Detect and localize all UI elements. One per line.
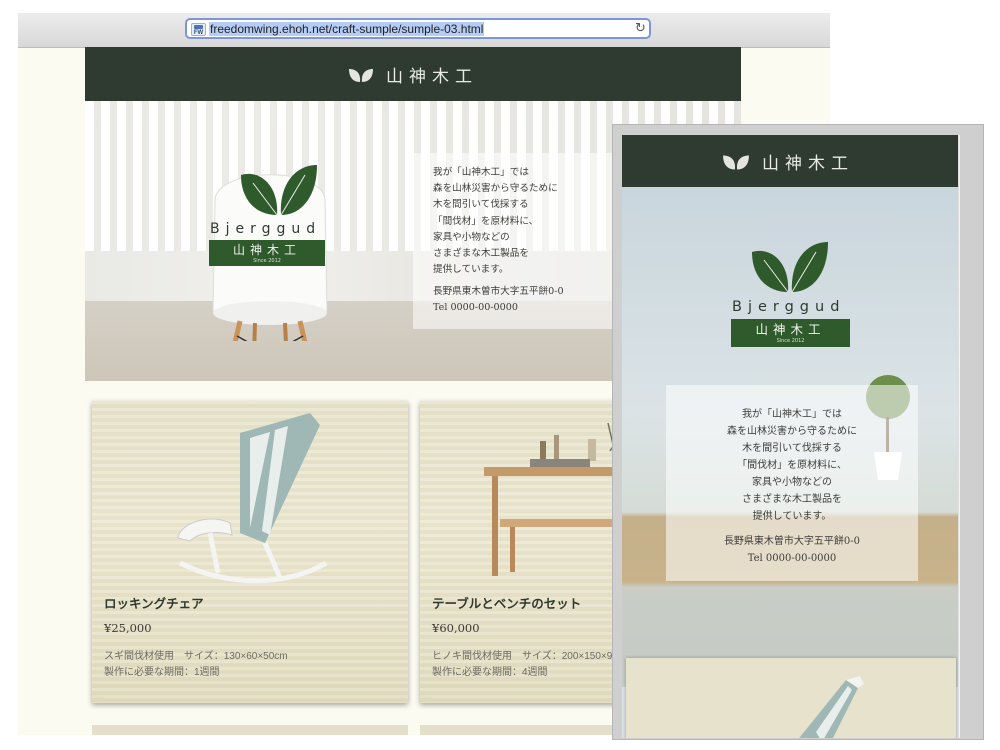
mobile-site-header: 山神木工 <box>622 135 960 187</box>
product-price: ¥25,000 <box>104 621 152 635</box>
rocking-chair-image <box>799 676 864 738</box>
leaf-icon <box>349 68 373 82</box>
intro-line: 「間伐材」を原材料に、 <box>433 215 539 227</box>
logo-kanji: 山神木工 <box>755 322 826 337</box>
logo-box: 山神木工 Since 2012 <box>209 240 325 266</box>
intro-text: 我が「山神木工」では 森を山林災害から守るために 木を間引いて伐採する 「間伐材… <box>666 406 918 525</box>
logo: Bjerggud 山神木工 Since 2012 <box>207 161 357 271</box>
logo-kanji: 山神木工 <box>232 243 301 257</box>
product-title[interactable]: テーブルとベンチのセット <box>432 593 581 612</box>
site-brand[interactable]: 山神木工 <box>722 149 854 174</box>
logo-since: Since 2012 <box>253 258 281 264</box>
intro-line: 提供しています。 <box>752 511 832 522</box>
address-bar[interactable]: FW freedomwing.ehoh.net/craft-sumple/sum… <box>185 18 651 39</box>
logo-box: 山神木工 Since 2012 <box>731 319 850 347</box>
intro-line: 「間伐材」を原材料に、 <box>737 460 847 471</box>
site-name: 山神木工 <box>762 154 854 174</box>
product-material-size: ヒノキ間伐材使用 サイズ：200×150×9 <box>432 651 613 662</box>
logo: Bjerggud 山神木工 Since 2012 <box>731 237 872 357</box>
mobile-hero-text-panel: 我が「山神木工」では 森を山林災害から守るために 木を間引いて伐採する 「間伐材… <box>666 385 918 581</box>
site-header: 山神木工 <box>85 47 741 101</box>
intro-line: 家具や小物などの <box>433 231 510 243</box>
url-selection: freedomwing.ehoh.net/craft-sumple/sumple… <box>209 22 485 36</box>
url-text[interactable]: freedomwing.ehoh.net/craft-sumple/sumple… <box>209 21 485 38</box>
intro-line: 森を山林災害から守るために <box>727 426 857 437</box>
product-price: ¥60,000 <box>432 621 480 635</box>
rocking-chair-image <box>177 413 328 584</box>
logo-since: Since 2012 <box>776 338 805 344</box>
intro-line: さまざまな木工製品を <box>433 248 529 260</box>
intro-text: 我が「山神木工」では 森を山林災害から守るために 木を間引いて伐採する 「間伐材… <box>433 165 558 278</box>
leaf-icon <box>241 165 317 216</box>
mobile-preview-window: 山神木工 Bjerggud 山神木工 Since 2012 我が「山神木工」では… <box>622 135 960 738</box>
intro-line: 木を間引いて伐採する <box>742 443 842 454</box>
production-period: 製作に必要な期間：1週間 <box>104 667 220 678</box>
intro-line: 我が「山神木工」では <box>433 167 529 178</box>
address: 長野県東木曽市大字五平餅0-0 <box>723 536 861 547</box>
mobile-product-card[interactable] <box>626 658 956 738</box>
contact-info: 長野県東木曽市大字五平餅0-0 Tel 0000-00-0000 <box>433 284 564 316</box>
site-name: 山神木工 <box>386 67 478 87</box>
leaf-icon <box>723 155 749 170</box>
product-spec: スギ間伐材使用 サイズ：130×60×50cm 製作に必要な期間：1週間 <box>104 649 288 681</box>
intro-line: 我が「山神木工」では <box>742 409 842 420</box>
product-card-partial <box>92 725 408 735</box>
browser-toolbar: FW freedomwing.ehoh.net/craft-sumple/sum… <box>18 13 830 48</box>
leaf-icon <box>752 242 828 293</box>
site-brand[interactable]: 山神木工 <box>348 62 478 87</box>
logo-latin: Bjerggud <box>210 221 322 237</box>
contact-info: 長野県東木曽市大字五平餅0-0 Tel 0000-00-0000 <box>666 534 918 567</box>
intro-line: 森を山林災害から守るために <box>433 183 558 195</box>
telephone: Tel 0000-00-0000 <box>433 302 518 313</box>
intro-line: 木を間引いて伐採する <box>433 199 529 211</box>
intro-line: 家具や小物などの <box>752 477 832 488</box>
telephone: Tel 0000-00-0000 <box>747 552 837 564</box>
product-material-size: スギ間伐材使用 サイズ：130×60×50cm <box>104 651 288 662</box>
product-title[interactable]: ロッキングチェア <box>104 593 204 612</box>
production-period: 製作に必要な期間：4週間 <box>432 667 548 678</box>
product-spec: ヒノキ間伐材使用 サイズ：200×150×9 製作に必要な期間：4週間 <box>432 649 612 681</box>
scrollbar-track[interactable] <box>958 135 960 738</box>
favicon-icon: FW <box>191 23 206 36</box>
address: 長野県東木曽市大字五平餅0-0 <box>433 286 564 297</box>
reload-icon[interactable]: ↻ <box>635 20 646 37</box>
logo-latin: Bjerggud <box>732 299 846 315</box>
product-card[interactable]: ロッキングチェア ¥25,000 スギ間伐材使用 サイズ：130×60×50cm… <box>92 401 408 703</box>
intro-line: 提供しています。 <box>433 264 509 276</box>
intro-line: さまざまな木工製品を <box>742 494 842 505</box>
